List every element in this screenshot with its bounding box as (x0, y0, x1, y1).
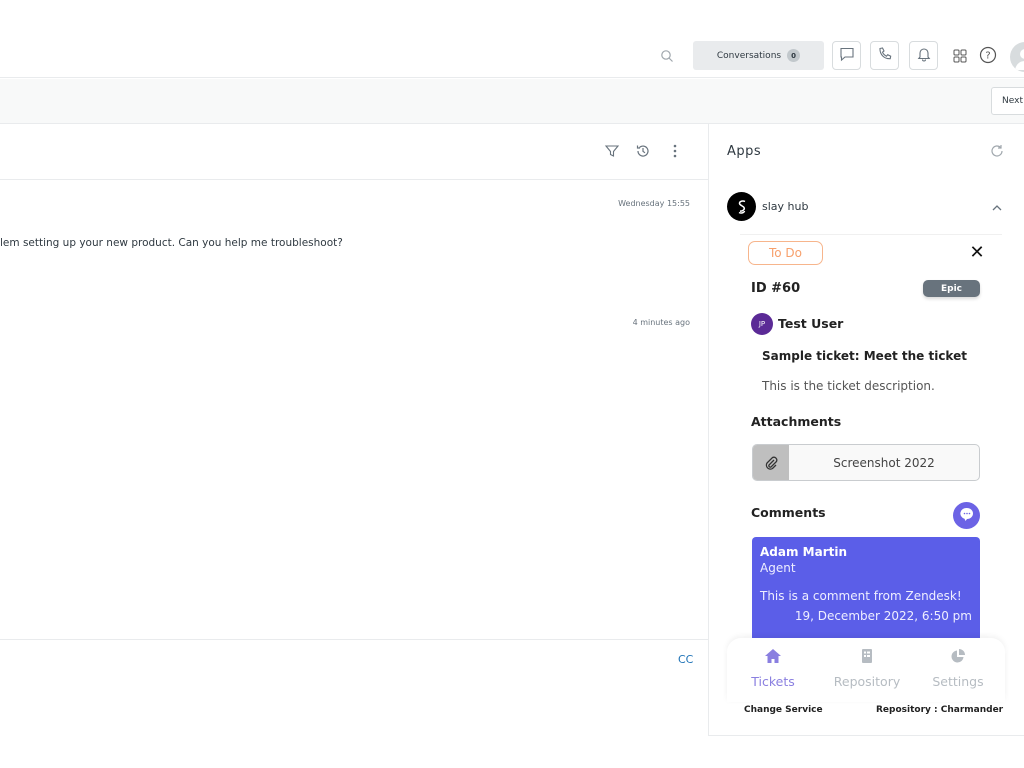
svg-text:?: ? (985, 51, 990, 62)
sub-toolbar (0, 79, 1024, 124)
ticket-id: ID #60 (751, 281, 801, 296)
nav-tab-repository[interactable]: Repository (827, 648, 907, 689)
message-composer[interactable] (0, 639, 708, 768)
help-icon[interactable]: ? (978, 45, 998, 65)
message-timestamp: Wednesday 15:55 (618, 199, 690, 208)
chat-button[interactable] (832, 41, 861, 70)
phone-icon (877, 46, 893, 66)
nav-tab-label: Tickets (751, 674, 795, 689)
search-icon[interactable] (660, 48, 674, 62)
apps-title: Apps (727, 144, 762, 159)
ticket-type-badge: Epic (923, 280, 980, 297)
nav-tab-settings[interactable]: Settings (918, 648, 998, 689)
nav-tab-label: Settings (932, 674, 984, 689)
apps-grid-icon[interactable] (950, 46, 970, 66)
comments-heading: Comments (751, 505, 826, 520)
ticket-description: This is the ticket description. (762, 379, 935, 393)
attachments-heading: Attachments (751, 414, 842, 429)
refresh-icon[interactable] (988, 142, 1006, 160)
message-timestamp: 4 minutes ago (632, 318, 690, 327)
conversation-header (0, 124, 708, 180)
chevron-up-icon[interactable] (990, 200, 1004, 214)
ticket-title: Sample ticket: Meet the ticket (762, 349, 967, 363)
slayhub-logo-icon (727, 192, 756, 221)
assignee-name: Test User (778, 316, 844, 331)
chat-icon (839, 46, 855, 66)
comment-bubble-icon (959, 506, 975, 526)
repository-label: Repository : Charmander (876, 705, 1004, 715)
comment-card: Adam Martin Agent This is a comment from… (752, 537, 980, 640)
history-icon[interactable] (634, 142, 652, 160)
conversations-label: Conversations (716, 50, 782, 61)
change-service-link[interactable]: Change Service (744, 705, 823, 715)
close-icon[interactable]: ✕ (968, 244, 986, 262)
conversations-button[interactable]: Conversations 0 (693, 41, 824, 70)
comment-text: This is a comment from Zendesk! (760, 589, 962, 603)
assignee-avatar: JP (751, 313, 773, 335)
divider (740, 234, 1002, 235)
add-comment-button[interactable] (953, 502, 980, 529)
message-text: lem setting up your new product. Can you… (0, 237, 343, 249)
phone-button[interactable] (870, 41, 899, 70)
pie-chart-icon (950, 648, 966, 667)
bell-icon (916, 46, 932, 66)
status-badge[interactable]: To Do (748, 241, 823, 265)
comment-author: Adam Martin (760, 545, 848, 559)
nav-tab-label: Repository (833, 674, 901, 689)
app-name: slay hub (762, 200, 809, 213)
paperclip-icon (753, 445, 789, 480)
conversations-count-badge: 0 (787, 49, 801, 62)
cc-link[interactable]: CC (678, 653, 693, 666)
next-button[interactable]: Next (991, 87, 1024, 115)
more-options-icon[interactable] (666, 142, 684, 160)
notifications-button[interactable] (909, 41, 938, 70)
comment-role: Agent (760, 561, 796, 575)
comment-date: 19, December 2022, 6:50 pm (794, 609, 972, 623)
attachment-item[interactable]: Screenshot 2022 (752, 444, 980, 481)
repository-icon (859, 648, 875, 667)
attachment-name: Screenshot 2022 (833, 455, 935, 470)
filter-icon[interactable] (603, 142, 621, 160)
nav-tab-tickets[interactable]: Tickets (733, 648, 813, 689)
home-icon (764, 648, 782, 667)
